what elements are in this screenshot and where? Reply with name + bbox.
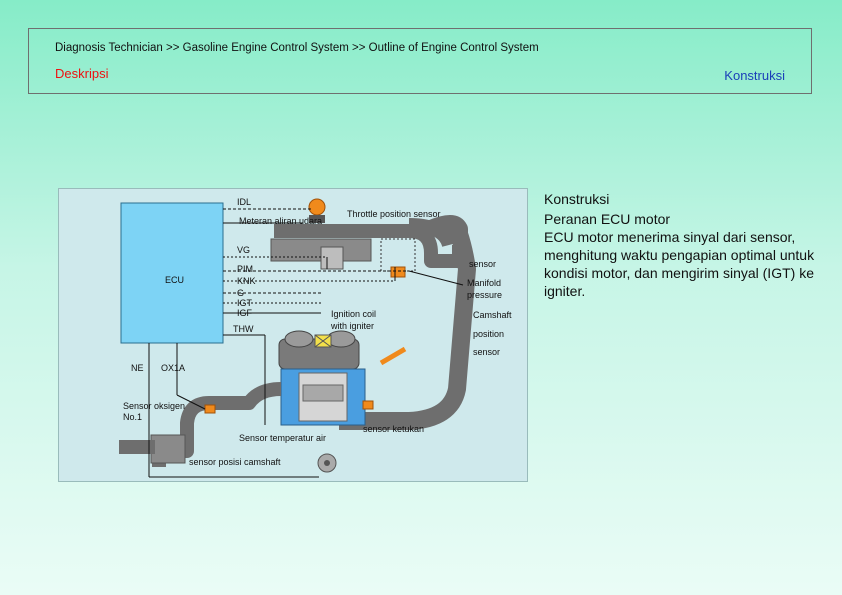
label-camshaft: Camshaft [473,310,512,320]
label-igt: IGT [237,298,252,308]
label-sensor-ketukan: sensor ketukan [363,424,425,434]
description-subtitle: Peranan ECU motor [544,211,671,227]
label-ecu: ECU [165,275,185,285]
label-sensor-oksigen: Sensor oksigen No.1 [123,401,186,422]
description-panel: Konstruksi Peranan ECU motor ECU motor m… [544,190,819,300]
label-ignition-coil: Ignition coil with igniter [331,309,377,331]
label-meteran: Meteran aliran udara [239,216,323,226]
label-g: G [237,288,245,298]
description-title: Konstruksi [544,191,610,207]
label-idl: IDL [237,197,252,207]
breadcrumb: Diagnosis Technician >> Gasoline Engine … [55,42,539,54]
label-sensor: sensor [469,259,497,269]
header-panel: Diagnosis Technician >> Gasoline Engine … [28,28,812,94]
tab-konstruksi[interactable]: Konstruksi [724,68,785,83]
label-sensor-posisi-camshaft: sensor posisi camshaft [189,457,281,467]
label-thw: THW [233,324,254,334]
label-igf: IGF [237,308,252,318]
label-ne: NE [131,363,144,373]
label-position: position [473,329,505,339]
label-manifold-pressure: Manifold pressure [467,278,503,300]
ecu-block [120,202,224,344]
description-body: ECU motor menerima sinyal dari sensor, m… [544,229,815,299]
label-throttle: Throttle position sensor [347,209,441,219]
tab-deskripsi[interactable]: Deskripsi [55,66,108,81]
label-vg: VG [237,245,251,255]
label-sensor-temperatur: Sensor temperatur air [239,433,327,443]
label-pim: PIM [237,264,254,274]
label-sensor-2: sensor [473,347,501,357]
label-knk: KNK [237,276,256,286]
label-ox1a: OX1A [161,363,186,373]
engine-control-diagram: IDL Meteran aliran udara Throttle positi… [58,188,528,482]
